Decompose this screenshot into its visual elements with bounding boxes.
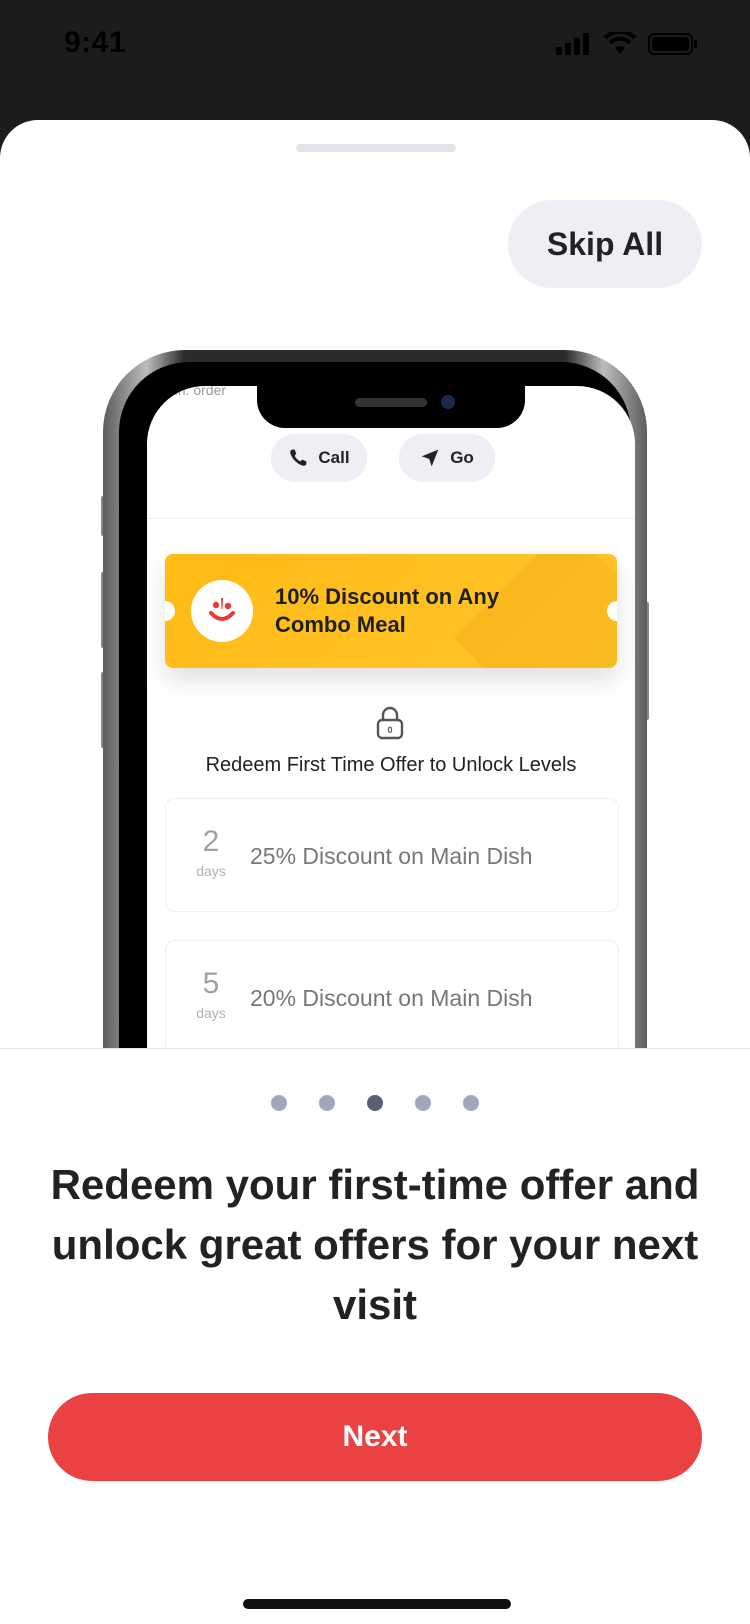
locked-level-card: 5 days 20% Discount on Main Dish xyxy=(165,940,619,1054)
unlock-levels-hint: Redeem First Time Offer to Unlock Levels xyxy=(205,754,577,776)
status-icons xyxy=(556,32,698,56)
next-button[interactable]: Next xyxy=(48,1393,702,1481)
lock-digit: 0 xyxy=(387,725,392,735)
first-time-offer-coupon[interactable]: 10% Discount on Any Combo Meal xyxy=(165,554,617,668)
sheet-grabber[interactable] xyxy=(296,144,456,152)
skip-all-button[interactable]: Skip All xyxy=(508,200,702,288)
page-dot[interactable] xyxy=(415,1095,431,1111)
smiley-logo-icon xyxy=(191,580,253,642)
onboarding-headline: Redeem your first-time offer and unlock … xyxy=(50,1161,700,1328)
go-label: Go xyxy=(450,448,474,467)
onboarding-sheet: Skip All Min. order Call Go 10% Discount… xyxy=(0,120,750,1624)
divider xyxy=(147,518,635,519)
battery-icon xyxy=(648,33,697,55)
onboarding-panel: Redeem your first-time offer and unlock … xyxy=(0,1048,750,1624)
coupon-notch-left xyxy=(165,601,175,621)
status-bar: 9:41 xyxy=(0,0,750,120)
cellular-signal-icon xyxy=(556,33,589,55)
phone-mockup: Min. order Call Go 10% Discount on Any C… xyxy=(95,350,655,1250)
phone-icon xyxy=(290,449,307,466)
phone-notch xyxy=(257,386,525,428)
call-label: Call xyxy=(318,448,350,467)
coupon-title: 10% Discount on Any Combo Meal xyxy=(275,584,500,637)
locked-level-card: 2 days 25% Discount on Main Dish xyxy=(165,798,619,912)
level-offer-text: 20% Discount on Main Dish xyxy=(250,985,533,1011)
home-indicator xyxy=(243,1599,511,1609)
faded-min-order-text: Min. order xyxy=(163,386,227,398)
go-button[interactable]: Go xyxy=(399,434,495,482)
level-days-number: 5 xyxy=(202,967,220,1000)
level-days-number: 2 xyxy=(202,825,220,858)
front-camera xyxy=(441,395,455,409)
level-offer-text: 25% Discount on Main Dish xyxy=(250,843,533,869)
page-dot[interactable] xyxy=(271,1095,287,1111)
navigation-arrow-icon xyxy=(421,449,439,467)
page-dot-active[interactable] xyxy=(367,1095,383,1111)
call-button[interactable]: Call xyxy=(271,434,367,482)
wifi-icon xyxy=(604,32,636,54)
status-time: 9:41 xyxy=(64,26,127,59)
level-days-unit: days xyxy=(196,1005,226,1021)
speaker-grille xyxy=(355,398,427,407)
page-indicator xyxy=(0,1095,750,1111)
level-days-unit: days xyxy=(196,863,226,879)
page-dot[interactable] xyxy=(319,1095,335,1111)
lock-icon: 0 xyxy=(376,706,404,740)
page-dot[interactable] xyxy=(463,1095,479,1111)
